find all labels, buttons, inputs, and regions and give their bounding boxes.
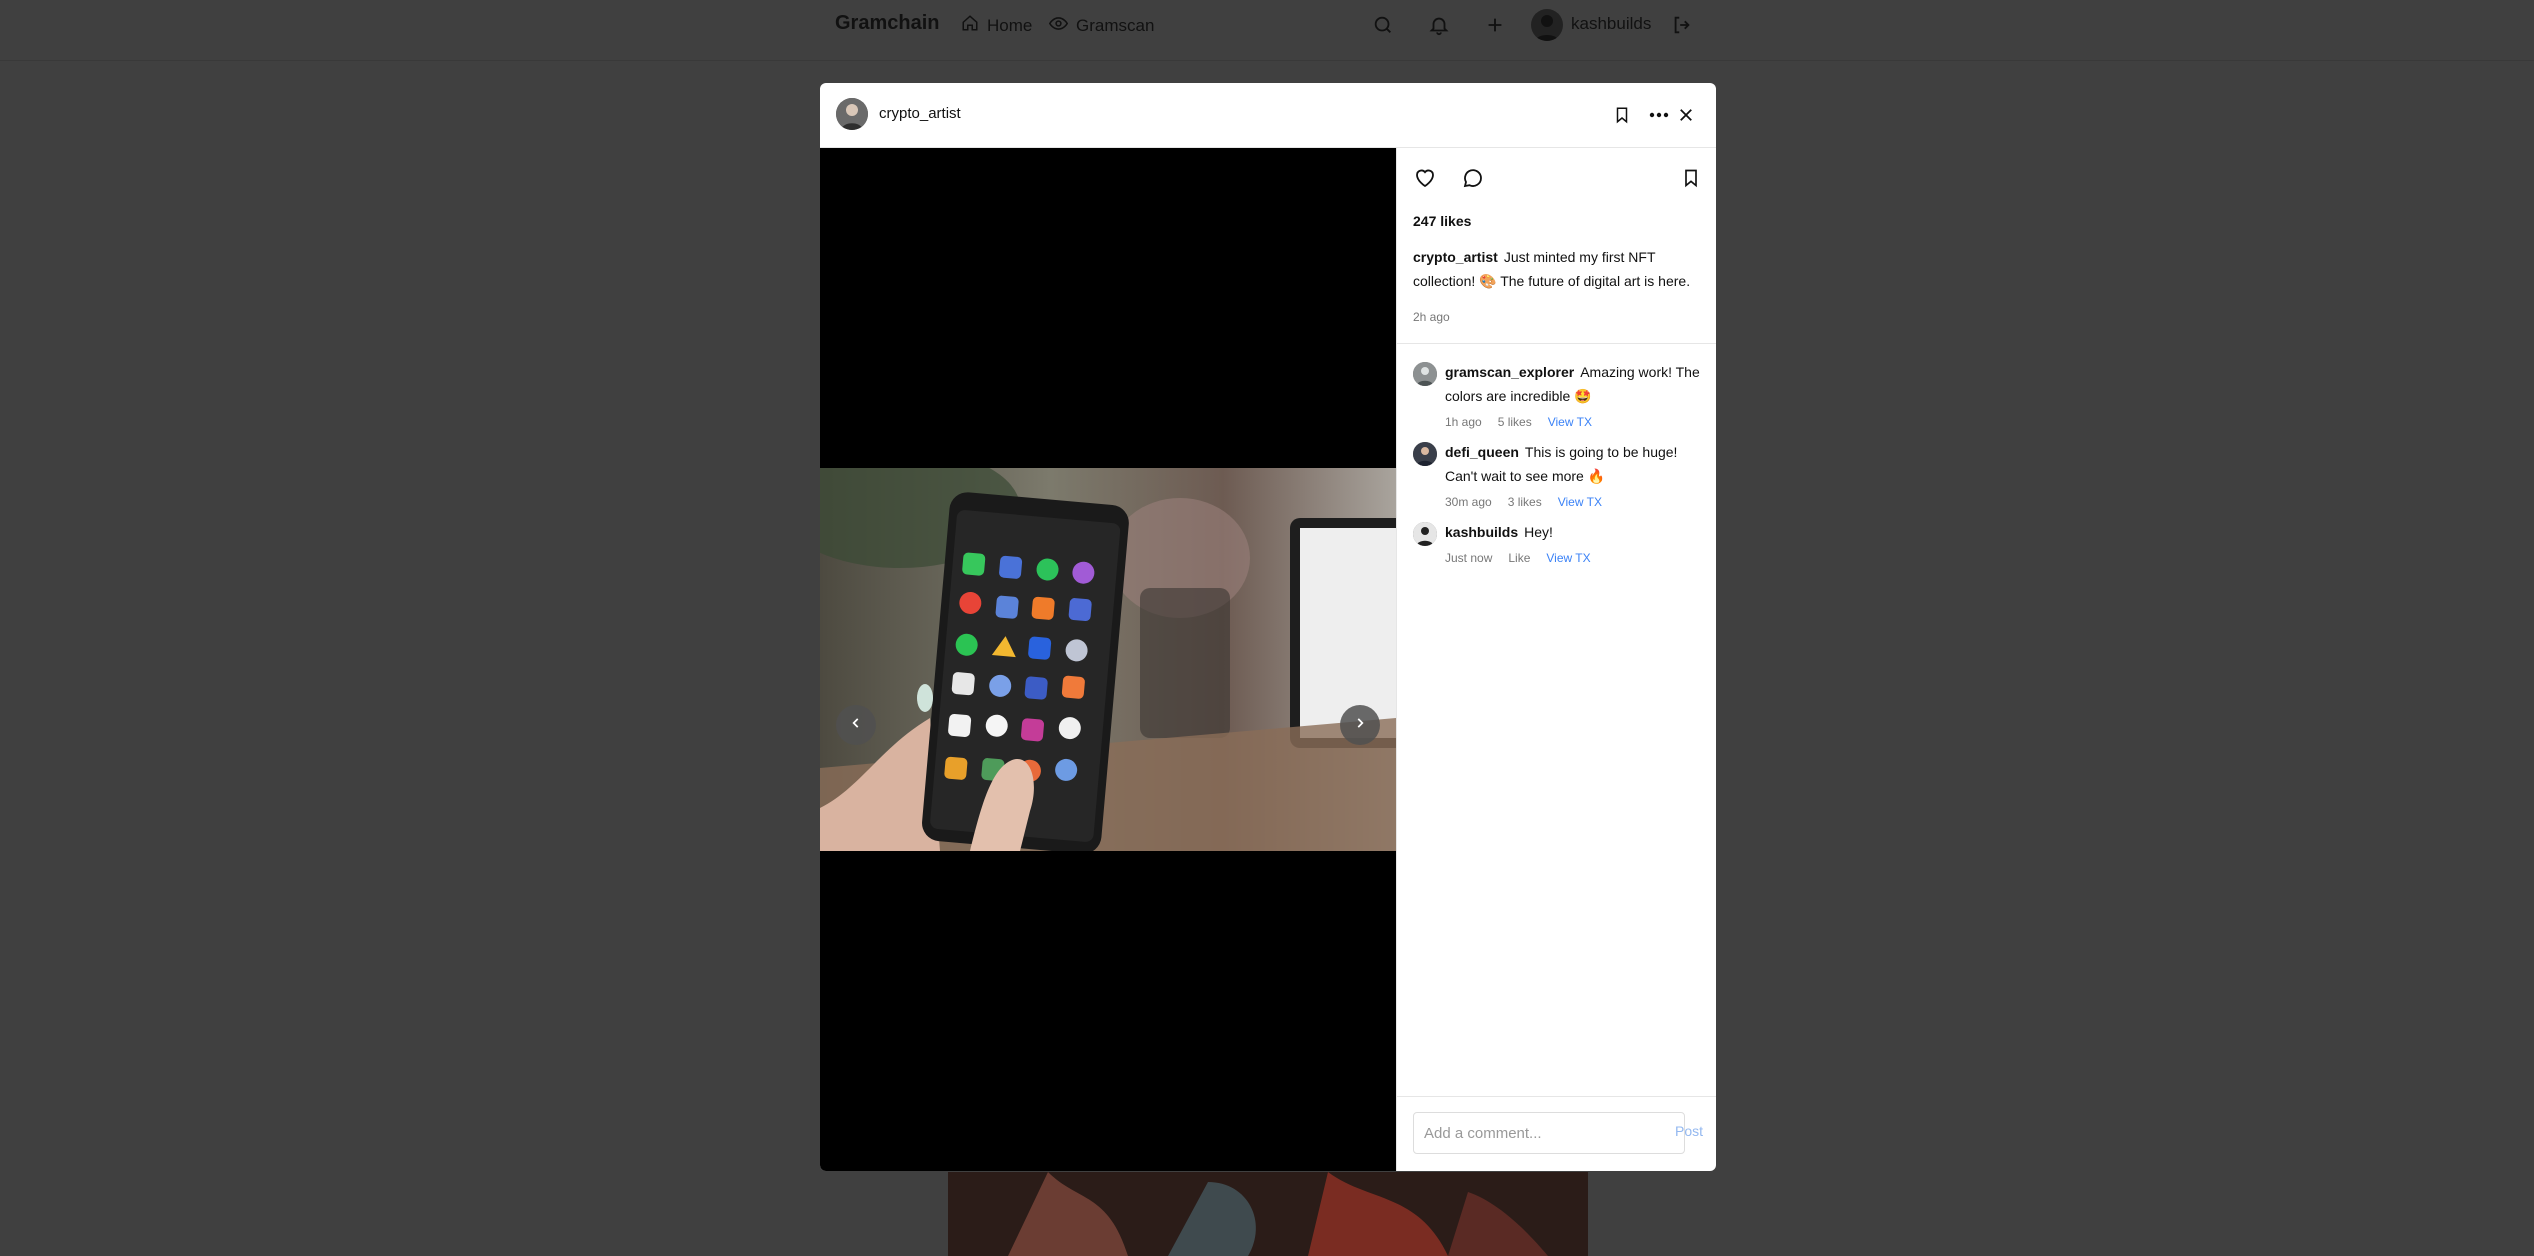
nav-username[interactable]: kashbuilds [1571,14,1651,34]
comment-avatar[interactable] [1413,362,1437,386]
search-icon[interactable] [1370,12,1396,38]
comment-username[interactable]: defi_queen [1445,444,1519,460]
like-button[interactable] [1411,166,1439,194]
save-button[interactable] [1677,166,1705,194]
view-tx-link[interactable]: View TX [1548,415,1592,429]
view-tx-link[interactable]: View TX [1546,551,1590,565]
heart-icon [1413,166,1437,195]
more-icon[interactable] [1645,101,1673,129]
comment-meta: 30m ago 3 likes View TX [1445,495,1602,509]
comment-composer: Post [1397,1096,1716,1171]
nav-gramscan-label: Gramscan [1076,16,1155,35]
caption-username[interactable]: crypto_artist [1413,249,1498,265]
home-icon [961,14,979,37]
logout-icon[interactable] [1669,12,1695,38]
comment-avatar[interactable] [1413,522,1437,546]
comment-avatar[interactable] [1413,442,1437,466]
prev-slide-button[interactable] [836,705,876,745]
eye-icon [1048,14,1069,38]
nav-home-link[interactable]: Home [961,14,1032,37]
comment-text: kashbuilds Hey! [1445,520,1711,544]
next-slide-button[interactable] [1340,705,1380,745]
nav-home-label: Home [987,15,1033,35]
author-username[interactable]: crypto_artist [879,105,961,122]
bookmark-icon [1681,167,1701,194]
post-modal: crypto_artist 247 likes crypto_artist Ju… [820,83,1716,1171]
bookmark-icon[interactable] [1608,101,1636,129]
comment-time: Just now [1445,551,1493,565]
comment-icon [1461,166,1485,195]
comment-meta: 1h ago 5 likes View TX [1445,415,1592,429]
modal-header: crypto_artist [820,83,1716,148]
chevron-right-icon [1353,716,1367,735]
comment-button[interactable] [1459,166,1487,194]
post-caption: crypto_artist Just minted my first NFT co… [1413,245,1707,293]
post-details-panel: 247 likes crypto_artist Just minted my fi… [1396,148,1716,1171]
post-comment-button[interactable]: Post [1675,1123,1703,1139]
comment-time: 30m ago [1445,495,1492,509]
avatar[interactable] [1531,9,1563,41]
bell-icon[interactable] [1426,12,1452,38]
comment-likes[interactable]: 5 likes [1498,415,1532,429]
comment-likes[interactable]: 3 likes [1508,495,1542,509]
comment-username[interactable]: kashbuilds [1445,524,1518,540]
background-post-image [948,1172,1588,1256]
brand-logo[interactable]: Gramchain [835,12,939,35]
plus-icon[interactable] [1482,12,1508,38]
author-avatar[interactable] [836,98,868,130]
comment-text: gramscan_explorer Amazing work! The color… [1445,360,1711,408]
comment-like-button[interactable]: Like [1508,551,1530,565]
close-icon[interactable] [1672,101,1700,129]
comment-content: Hey! [1524,524,1553,540]
nav-gramscan-link[interactable]: Gramscan [1048,14,1155,38]
comment-username[interactable]: gramscan_explorer [1445,364,1574,380]
comment-input[interactable] [1413,1112,1685,1154]
top-nav: Gramchain Home Gramscan kashbuilds [0,0,2534,61]
comment-text: defi_queen This is going to be huge! Can'… [1445,440,1711,488]
like-count[interactable]: 247 likes [1413,213,1471,229]
chevron-left-icon [849,716,863,735]
post-photo [820,468,1396,851]
divider [1397,343,1716,344]
comment-time: 1h ago [1445,415,1482,429]
media-carousel [820,148,1396,1171]
view-tx-link[interactable]: View TX [1558,495,1602,509]
post-timestamp: 2h ago [1413,310,1450,324]
comment-meta: Just now Like View TX [1445,551,1591,565]
